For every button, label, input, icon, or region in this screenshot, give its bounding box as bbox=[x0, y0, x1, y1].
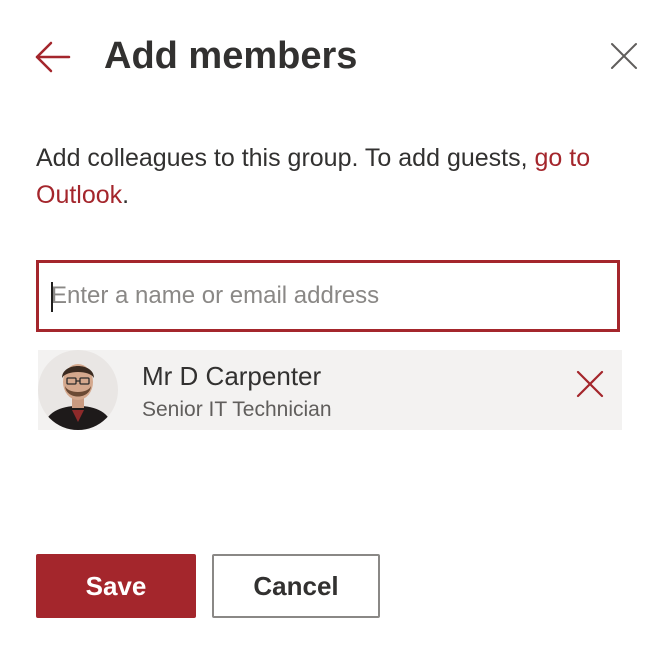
description-text: Add colleagues to this group. To add gue… bbox=[36, 144, 535, 172]
member-item: Mr D Carpenter Senior IT Technician bbox=[38, 350, 622, 430]
person-photo bbox=[38, 350, 118, 430]
remove-member-button[interactable] bbox=[574, 368, 606, 400]
search-box bbox=[36, 260, 620, 332]
description-suffix: . bbox=[122, 181, 130, 209]
text-caret bbox=[51, 282, 53, 312]
close-icon bbox=[611, 43, 637, 69]
member-role: Senior IT Technician bbox=[142, 398, 332, 421]
back-button[interactable] bbox=[34, 38, 72, 76]
save-button[interactable]: Save bbox=[36, 554, 196, 618]
close-button[interactable] bbox=[608, 40, 640, 72]
member-name: Mr D Carpenter bbox=[142, 361, 322, 391]
description: Add colleagues to this group. To add gue… bbox=[36, 140, 616, 214]
back-arrow-icon bbox=[35, 41, 71, 73]
add-members-panel: Add members Add colleagues to this group… bbox=[0, 0, 653, 648]
cancel-button[interactable]: Cancel bbox=[212, 554, 380, 618]
remove-icon bbox=[576, 370, 604, 398]
avatar bbox=[38, 350, 118, 430]
panel-title: Add members bbox=[104, 35, 358, 77]
search-input[interactable] bbox=[51, 263, 603, 329]
